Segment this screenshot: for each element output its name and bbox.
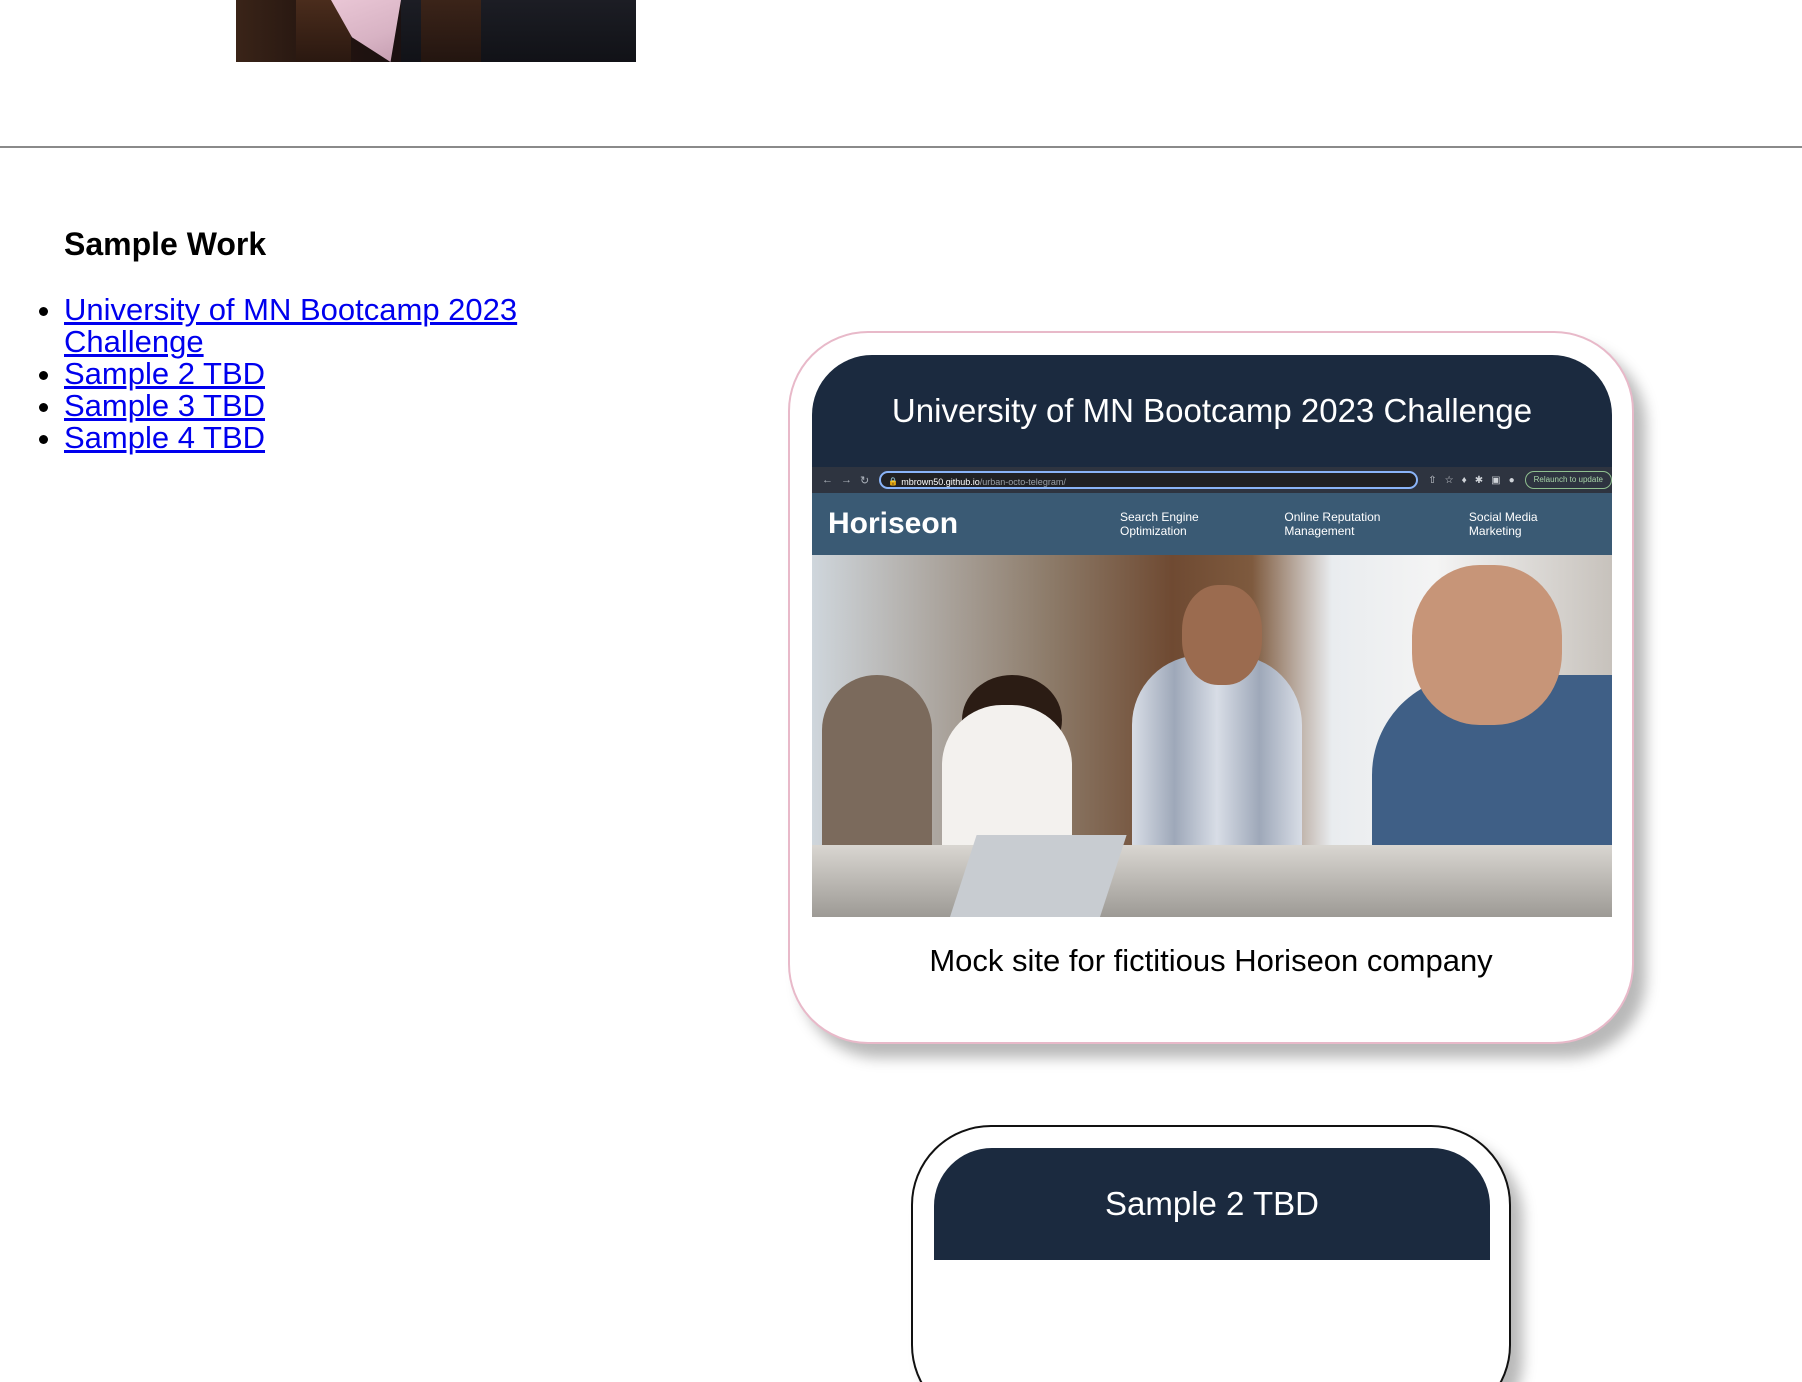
project-card-1[interactable]: University of MN Bootcamp 2023 Challenge… <box>788 331 1634 1044</box>
project-card-2[interactable]: Sample 2 TBD <box>911 1125 1511 1382</box>
relaunch-button: Relaunch to update <box>1524 471 1612 489</box>
forward-arrow-icon: → <box>841 473 852 486</box>
address-bar: 🔒 mbrown50.github.io/urban-octo-telegram… <box>879 471 1419 489</box>
profile-icon: ● <box>1508 474 1515 486</box>
list-item: Sample 4 TBD <box>64 422 624 454</box>
link-sample-1[interactable]: University of MN Bootcamp 2023 Challenge <box>64 292 517 359</box>
share-icon: ⇧ <box>1428 474 1437 486</box>
card-caption: Mock site for fictitious Horiseon compan… <box>929 943 1493 978</box>
site-logo: Horiseon <box>828 507 959 540</box>
puzzle-icon: ✱ <box>1474 474 1484 486</box>
link-sample-3[interactable]: Sample 3 TBD <box>64 388 265 423</box>
star-icon: ☆ <box>1444 474 1454 486</box>
site-nav: Horiseon Search Engine Optimization Onli… <box>812 493 1612 555</box>
site-nav-item: Online Reputation Management <box>1284 510 1381 538</box>
browser-toolbar: ← → ↻ 🔒 mbrown50.github.io/urban-octo-te… <box>812 467 1612 493</box>
list-item: University of MN Bootcamp 2023 Challenge <box>64 294 624 358</box>
link-sample-4[interactable]: Sample 4 TBD <box>64 420 265 455</box>
sidebar-icon: ▣ <box>1491 474 1501 486</box>
page: Sample Work University of MN Bootcamp 20… <box>0 0 1802 1382</box>
project-screenshot[interactable]: ← → ↻ 🔒 mbrown50.github.io/urban-octo-te… <box>812 467 1612 917</box>
reload-icon: ↻ <box>860 474 870 487</box>
extension-icon: ♦ <box>1461 474 1467 486</box>
sample-work-list: University of MN Bootcamp 2023 Challenge… <box>64 294 624 454</box>
profile-photo <box>236 0 636 62</box>
section-divider <box>0 146 1802 148</box>
url-path: /urban-octo-telegram/ <box>979 477 1066 487</box>
link-sample-2[interactable]: Sample 2 TBD <box>64 356 265 391</box>
card-title: University of MN Bootcamp 2023 Challenge <box>812 355 1612 467</box>
site-nav-item: Social Media Marketing <box>1468 510 1538 538</box>
card-title: Sample 2 TBD <box>934 1148 1490 1260</box>
section-title: Sample Work <box>64 226 267 262</box>
list-item: Sample 2 TBD <box>64 358 624 390</box>
site-nav-item: Search Engine Optimization <box>1119 510 1199 538</box>
back-arrow-icon: ← <box>822 473 833 486</box>
list-item: Sample 3 TBD <box>64 390 624 422</box>
hero-image <box>812 555 1612 917</box>
url-host: mbrown50.github.io <box>901 477 980 487</box>
lock-icon: 🔒 <box>888 477 899 486</box>
